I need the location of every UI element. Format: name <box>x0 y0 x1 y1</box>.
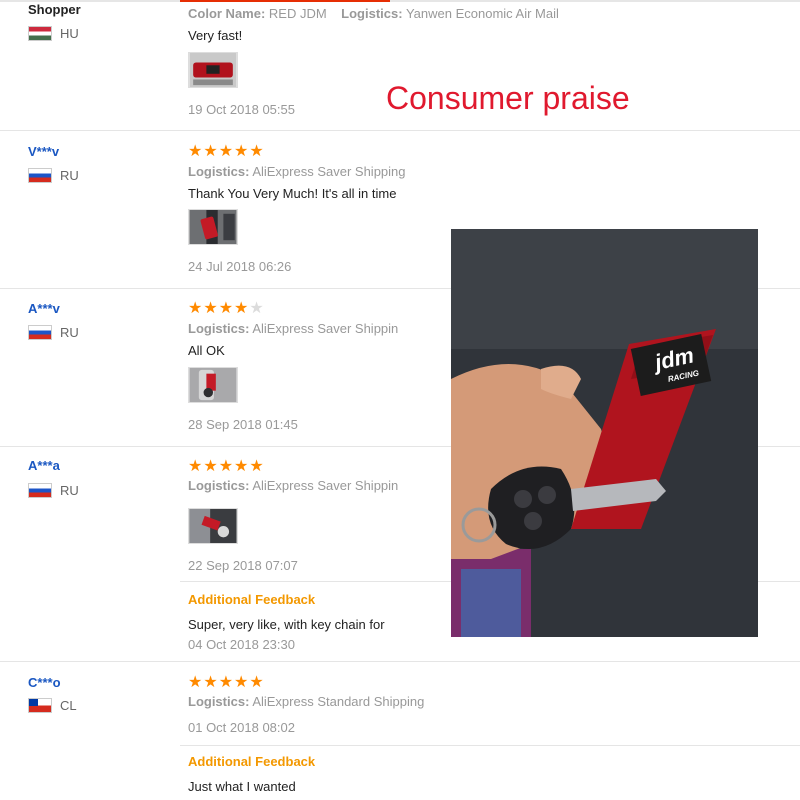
star-icon: ★ <box>249 300 265 317</box>
review-photo-thumbnail[interactable] <box>188 209 238 245</box>
star-icon: ★ <box>188 458 204 475</box>
additional-feedback-heading: Additional Feedback <box>188 754 316 769</box>
star-icon: ★ <box>249 143 265 160</box>
star-icon: ★ <box>218 458 235 475</box>
star-icon: ★ <box>188 300 204 317</box>
review-photo-thumbnail[interactable] <box>188 52 238 88</box>
reviewer-country: RU <box>28 168 79 183</box>
flag-cl-icon <box>28 698 52 713</box>
star-icon: ★ <box>203 458 219 475</box>
flag-ru-icon <box>28 325 52 340</box>
reviewer-name: Shopper <box>28 2 81 17</box>
review-text: Thank You Very Much! It's all in time <box>188 186 397 201</box>
star-icon: ★ <box>203 300 219 317</box>
star-icon: ★ <box>218 300 235 317</box>
reviewer-country: HU <box>28 26 79 41</box>
star-rating: ★★★★★ <box>188 672 265 692</box>
star-icon: ★ <box>234 458 250 475</box>
review-date: 22 Sep 2018 07:07 <box>188 558 298 573</box>
star-icon: ★ <box>218 674 235 691</box>
product-photo-keychain: jdm RACING <box>451 229 758 637</box>
color-name-line: Color Name: RED JDM Logistics: Yanwen Ec… <box>188 6 559 21</box>
additional-feedback-date: 04 Oct 2018 23:30 <box>188 637 295 652</box>
review-text: All OK <box>188 343 225 358</box>
additional-feedback-text: Just what I wanted <box>188 779 296 794</box>
star-rating: ★★★★★ <box>188 456 265 476</box>
logistics-line: Logistics: AliExpress Standard Shipping <box>188 694 425 709</box>
top-divider <box>0 0 800 2</box>
star-icon: ★ <box>234 674 250 691</box>
reviewer-name: C***o <box>28 675 61 690</box>
review-divider <box>0 130 800 131</box>
star-rating: ★★★★★ <box>188 298 265 318</box>
logistics-line: Logistics: AliExpress Saver Shippin <box>188 321 399 336</box>
star-rating: ★★★★★ <box>188 141 265 161</box>
review-photo-thumbnail[interactable] <box>188 508 238 544</box>
logistics-line: Logistics: AliExpress Saver Shipping <box>188 164 406 179</box>
review-photo-thumbnail[interactable] <box>188 367 238 403</box>
star-icon: ★ <box>188 674 204 691</box>
logistics-line: Logistics: AliExpress Saver Shippin <box>188 478 399 493</box>
star-icon: ★ <box>249 458 265 475</box>
additional-feedback-heading: Additional Feedback <box>188 592 316 607</box>
star-icon: ★ <box>249 674 265 691</box>
star-icon: ★ <box>218 143 235 160</box>
flag-ru-icon <box>28 483 52 498</box>
star-icon: ★ <box>234 300 250 317</box>
review-divider <box>0 661 800 662</box>
review-date: 19 Oct 2018 05:55 <box>188 102 295 117</box>
star-icon: ★ <box>203 143 219 160</box>
review-date: 01 Oct 2018 08:02 <box>188 720 295 735</box>
reviewer-name: A***a <box>28 458 60 473</box>
feedback-divider <box>180 745 800 746</box>
additional-feedback-text: Super, very like, with key chain for <box>188 617 385 632</box>
reviewer-country: RU <box>28 483 79 498</box>
reviewer-country: RU <box>28 325 79 340</box>
review-date: 24 Jul 2018 06:26 <box>188 259 292 274</box>
reviewer-name: A***v <box>28 301 60 316</box>
review-date: 28 Sep 2018 01:45 <box>188 417 298 432</box>
star-icon: ★ <box>188 143 204 160</box>
consumer-praise-annotation: Consumer praise <box>386 80 630 116</box>
star-icon: ★ <box>203 674 219 691</box>
reviewer-name: V***v <box>28 144 60 159</box>
flag-hu-icon <box>28 26 52 41</box>
review-text: Very fast! <box>188 28 243 43</box>
flag-ru-icon <box>28 168 52 183</box>
reviewer-country: CL <box>28 698 77 713</box>
star-icon: ★ <box>234 143 250 160</box>
active-tab-indicator <box>180 0 390 2</box>
